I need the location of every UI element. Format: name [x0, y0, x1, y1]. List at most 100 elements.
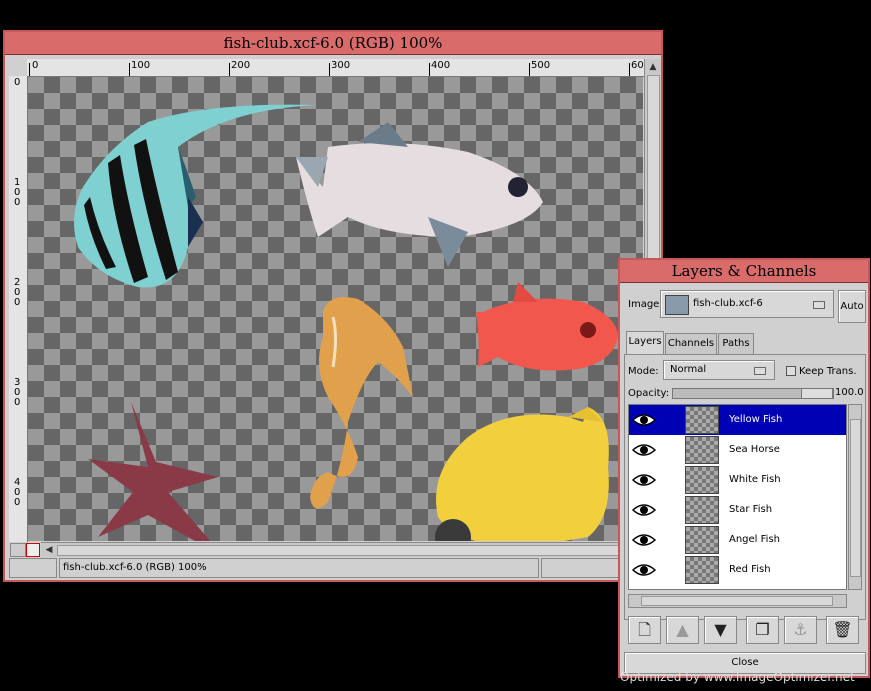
- image-label: Image:: [628, 299, 663, 310]
- hruler-label: 300: [331, 60, 351, 71]
- tab-channels[interactable]: Channels: [665, 333, 717, 354]
- vruler-label: 2 0 0: [14, 277, 21, 308]
- image-window: fish-club.xcf-6.0 (RGB) 100% 0 100 200 3…: [3, 30, 663, 582]
- white-fish: [296, 122, 543, 267]
- sea-horse: [310, 297, 413, 509]
- eye-icon[interactable]: [631, 561, 657, 579]
- image-select-value: fish-club.xcf-6: [693, 298, 763, 309]
- opacity-value: 100.0: [835, 387, 864, 398]
- layer-name: Sea Horse: [729, 444, 780, 455]
- image-canvas[interactable]: [28, 77, 643, 541]
- ruler-tick: [429, 63, 430, 76]
- horizontal-ruler[interactable]: 0 100 200 300 400 500 60: [27, 59, 644, 77]
- layer-thumbnail: [685, 526, 719, 554]
- hruler-label: 60: [631, 60, 644, 71]
- scroll-left-icon[interactable]: ◀: [42, 544, 56, 556]
- vruler-label: 3 0 0: [14, 377, 21, 408]
- opacity-label: Opacity:: [628, 388, 670, 399]
- dropdown-icon: [754, 367, 766, 375]
- ruler-tick: [629, 63, 630, 76]
- layer-list[interactable]: Yellow Fish Sea Horse White Fish Star Fi…: [628, 404, 847, 590]
- star-fish: [88, 402, 218, 541]
- layer-row[interactable]: Star Fish: [629, 495, 846, 525]
- dropdown-icon: [813, 301, 825, 309]
- auto-button[interactable]: Auto: [838, 290, 866, 323]
- eye-icon[interactable]: [631, 501, 657, 519]
- layer-list-vscroll-thumb[interactable]: [850, 419, 861, 577]
- vruler-label: 0: [14, 77, 21, 88]
- opacity-slider[interactable]: [672, 388, 834, 399]
- raise-layer-icon: ▲: [676, 620, 689, 639]
- new-layer-button[interactable]: 🗋: [628, 616, 661, 644]
- ruler-tick: [129, 63, 130, 76]
- anchor-layer-button[interactable]: ⚓: [784, 616, 817, 644]
- quickmask-icon[interactable]: [26, 543, 40, 557]
- tab-layers[interactable]: Layers: [626, 331, 664, 354]
- layer-row[interactable]: Yellow Fish: [629, 405, 846, 435]
- ruler-tick: [29, 63, 30, 76]
- layer-thumbnail: [685, 406, 719, 434]
- red-fish: [476, 282, 618, 371]
- layer-thumbnail: [685, 496, 719, 524]
- vertical-ruler[interactable]: 0 1 0 0 2 0 0 3 0 0 4 0 0: [9, 76, 28, 542]
- delete-layer-icon: 🗑: [832, 620, 853, 639]
- canvas-artwork: [74, 104, 618, 541]
- layer-row[interactable]: White Fish: [629, 465, 846, 495]
- ruler-tick: [229, 63, 230, 76]
- horizontal-scrollbar[interactable]: ◀ ▶: [41, 542, 644, 557]
- yellow-fish: [435, 407, 609, 541]
- duplicate-layer-button[interactable]: ❐: [746, 616, 779, 644]
- hruler-label: 400: [431, 60, 451, 71]
- layer-list-vscrollbar[interactable]: [848, 404, 862, 590]
- layer-name: Yellow Fish: [729, 414, 783, 425]
- eye-icon[interactable]: [631, 411, 657, 429]
- vruler-label: 1 0 0: [14, 177, 21, 208]
- layer-list-hscrollbar[interactable]: [628, 594, 847, 608]
- layer-name: Star Fish: [729, 504, 773, 515]
- keep-trans-label: Keep Trans.: [799, 366, 857, 377]
- layer-thumbnail: [685, 556, 719, 584]
- scroll-up-icon[interactable]: ▲: [646, 61, 660, 73]
- layer-thumbnail: [685, 466, 719, 494]
- hruler-label: 0: [32, 60, 39, 71]
- watermark-text: Optimized by www.ImageOptimizer.net: [620, 670, 855, 684]
- lower-layer-button[interactable]: ▼: [704, 616, 737, 644]
- vruler-label: 4 0 0: [14, 477, 21, 508]
- raise-layer-button[interactable]: ▲: [666, 616, 699, 644]
- status-bar: fish-club.xcf-6.0 (RGB) 100%: [59, 558, 539, 578]
- eye-icon[interactable]: [631, 441, 657, 459]
- tab-paths[interactable]: Paths: [718, 333, 754, 354]
- layer-row[interactable]: Red Fish: [629, 555, 846, 585]
- layers-channels-dialog: Layers & Channels Image: fish-club.xcf-6…: [618, 258, 870, 678]
- coordinate-display: [9, 558, 57, 578]
- layer-row[interactable]: Angel Fish: [629, 525, 846, 555]
- ruler-tick: [529, 63, 530, 76]
- opacity-slider-handle[interactable]: [801, 388, 833, 399]
- hruler-label: 100: [131, 60, 151, 71]
- angel-fish: [74, 104, 318, 288]
- mode-value: Normal: [670, 364, 707, 375]
- duplicate-layer-icon: ❐: [755, 620, 770, 639]
- keep-trans-checkbox[interactable]: [786, 366, 796, 376]
- layer-name: Angel Fish: [729, 534, 780, 545]
- image-select[interactable]: fish-club.xcf-6: [660, 290, 834, 318]
- image-thumb-icon: [665, 295, 689, 315]
- layer-name: Red Fish: [729, 564, 771, 575]
- layer-name: White Fish: [729, 474, 781, 485]
- hruler-label: 500: [531, 60, 551, 71]
- hruler-label: 200: [231, 60, 251, 71]
- mode-select[interactable]: Normal: [663, 360, 775, 380]
- new-layer-icon: 🗋: [638, 620, 651, 639]
- horizontal-scroll-thumb[interactable]: [57, 545, 629, 556]
- layer-list-hscroll-thumb[interactable]: [641, 596, 833, 606]
- layer-row[interactable]: Sea Horse: [629, 435, 846, 465]
- anchor-layer-icon: ⚓: [793, 620, 808, 639]
- navigate-icon[interactable]: [10, 543, 26, 557]
- eye-icon[interactable]: [631, 471, 657, 489]
- layers-dialog-title[interactable]: Layers & Channels: [620, 260, 868, 283]
- eye-icon[interactable]: [631, 531, 657, 549]
- lower-layer-icon: ▼: [714, 620, 727, 639]
- image-window-title[interactable]: fish-club.xcf-6.0 (RGB) 100%: [5, 32, 661, 55]
- mode-label: Mode:: [628, 366, 659, 377]
- delete-layer-button[interactable]: 🗑: [826, 616, 859, 644]
